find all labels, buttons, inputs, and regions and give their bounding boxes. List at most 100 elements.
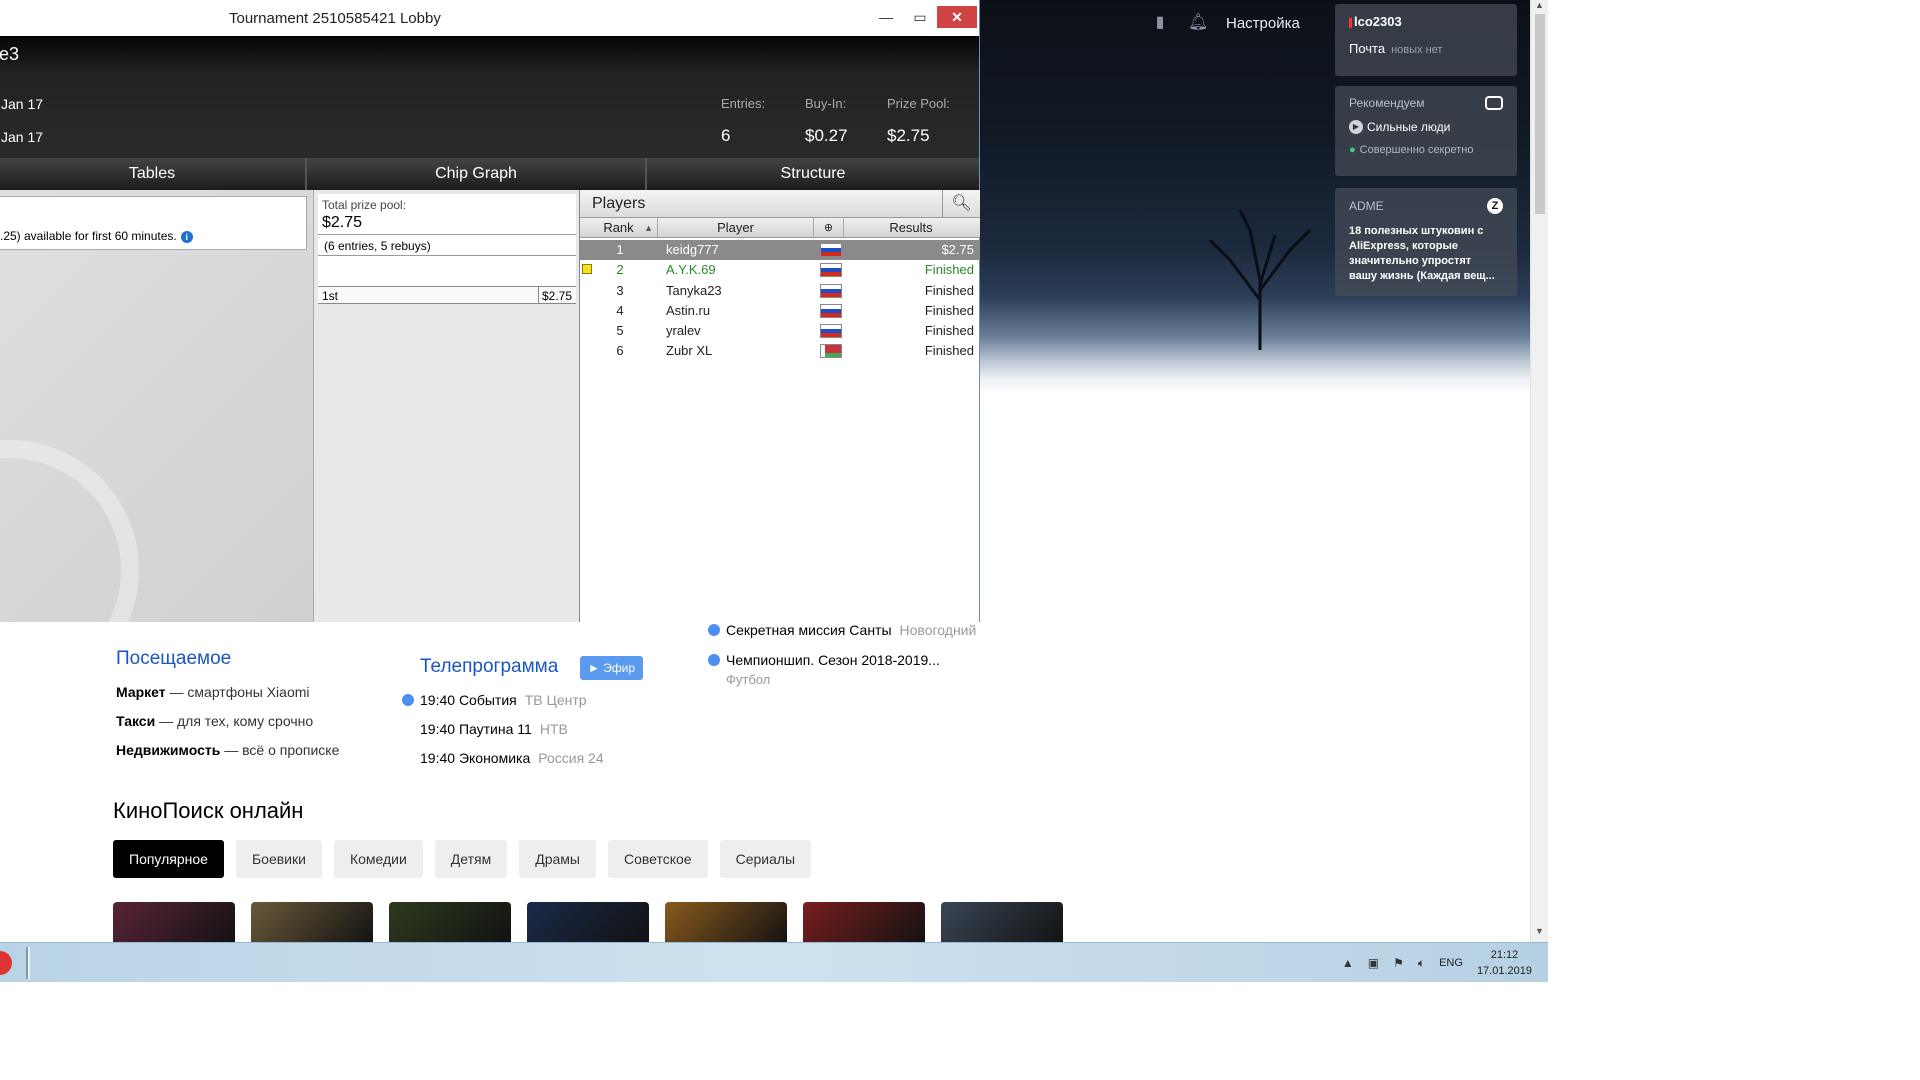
movie-poster[interactable]	[113, 902, 235, 942]
recommend-widget[interactable]: Рекомендуем ▶ Сильные люди ● Совершенно се…	[1335, 86, 1517, 176]
tournament-header: e3 Jan 17 Jan 17 Entries: Buy-In: Prize …	[0, 36, 979, 158]
clock[interactable]: 21:12 17.01.2019	[1477, 947, 1532, 979]
scroll-up-arrow-icon[interactable]: ▲	[1535, 0, 1544, 10]
column-rank[interactable]: Rank ▲	[580, 218, 658, 238]
player-result: Finished	[924, 323, 974, 339]
movie-poster[interactable]	[251, 902, 373, 942]
visited-item-desc: — для тех, кому срочно	[155, 713, 314, 729]
movie-poster[interactable]	[527, 902, 649, 942]
scroll-down-arrow-icon[interactable]: ▼	[1535, 926, 1544, 936]
user-login[interactable]: lco2303	[1349, 14, 1503, 29]
maximize-button[interactable]: ▭	[903, 6, 937, 28]
scrollbar-thumb[interactable]	[1535, 14, 1545, 214]
visited-item[interactable]: Маркет — смартфоны Xiaomi	[116, 684, 310, 700]
news-tag: Новогодний	[899, 622, 977, 638]
tv-show: События	[458, 692, 517, 708]
movie-poster[interactable]	[389, 902, 511, 942]
table-row[interactable]: 5 yralev Finished	[580, 321, 980, 341]
movie-poster[interactable]	[803, 902, 925, 942]
flag-icon[interactable]: ⚑	[1393, 956, 1404, 970]
visited-item-desc: — всё о прописке	[220, 742, 340, 758]
tv-item[interactable]: 19:40 Паутина 11 НТВ	[420, 721, 568, 737]
visited-item[interactable]: Недвижимость — всё о прописке	[116, 742, 339, 758]
tv-item[interactable]: 19:40 Экономика Россия 24	[420, 750, 604, 766]
player-result: Finished	[924, 302, 974, 318]
tray-expand-icon[interactable]: ▲	[1342, 956, 1354, 970]
column-results[interactable]: Results	[844, 218, 978, 238]
efir-button[interactable]: ► Эфир	[580, 656, 643, 680]
recommend-sub-title: Совершенно секретно	[1359, 144, 1474, 156]
recommend-sub[interactable]: ● Совершенно секретно	[1349, 144, 1503, 156]
taskbar-app-icon[interactable]	[0, 951, 12, 975]
language-indicator[interactable]: ENG	[1439, 957, 1463, 969]
bell-icon[interactable]: 🔔︎	[1188, 13, 1208, 33]
kp-tab-popular[interactable]: Популярное	[113, 840, 224, 878]
adme-article[interactable]: 18 полезных штуковин с AliExpress, котор…	[1349, 224, 1499, 284]
lobby-tabs: Tables Chip Graph Structure	[0, 158, 979, 190]
movie-poster[interactable]	[941, 902, 1063, 942]
prize-pool-box: Total prize pool: $2.75 (6 entries, 5 re…	[318, 194, 576, 286]
column-rank-label: Rank	[603, 220, 634, 235]
mail-label: Почта	[1349, 41, 1386, 56]
tab-structure[interactable]: Structure	[647, 158, 979, 190]
table-row[interactable]: 6 Zubr XL Finished	[580, 341, 980, 361]
player-name: Astin.ru	[666, 302, 711, 318]
kp-tab-action[interactable]: Боевики	[235, 840, 322, 878]
russia-flag-icon	[820, 283, 842, 298]
prize-pool-label: Prize Pool:	[887, 96, 950, 111]
tv-title[interactable]: Телепрограмма	[420, 656, 558, 678]
kinopoisk-title[interactable]: КиноПоиск онлайн	[113, 798, 303, 824]
tv-item[interactable]: 19:40 События ТВ Центр	[402, 692, 587, 708]
visited-title[interactable]: Посещаемое	[116, 648, 231, 670]
tournament-name: e3	[0, 44, 20, 64]
minimize-button[interactable]: —	[869, 6, 903, 28]
settings-link[interactable]: Настройка	[1226, 15, 1300, 32]
tab-tables[interactable]: Tables	[0, 158, 307, 190]
table-row[interactable]: 3 Tanyka23 Finished	[580, 281, 980, 301]
player-rank: 4	[616, 302, 624, 318]
rebuy-info-label: .25) available for first 60 minutes.	[0, 229, 177, 243]
kp-tab-soviet[interactable]: Советское	[607, 840, 708, 878]
visited-item-name: Недвижимость	[116, 742, 221, 758]
system-tray: ▲ ▣ ⚑ 🔈︎ ENG 21:12 17.01.2019	[1342, 943, 1532, 983]
news-item[interactable]: Чемпионшип. Сезон 2018-2019...	[708, 652, 940, 668]
clock-time: 21:12	[1490, 949, 1519, 961]
clock-date: 17.01.2019	[1476, 965, 1532, 977]
table-row[interactable]: 1 keidg777 $2.75	[580, 240, 980, 261]
payout-place: 1st	[322, 289, 339, 303]
visited-item[interactable]: Такси — для тех, кому срочно	[116, 713, 313, 729]
entries-value: 6	[721, 126, 731, 145]
prize-pool-value: $2.75	[887, 126, 930, 145]
news-title: Чемпионшип. Сезон 2018-2019...	[726, 652, 940, 668]
volume-icon[interactable]: 🔈︎	[1418, 956, 1425, 971]
tab-chip-graph[interactable]: Chip Graph	[307, 158, 647, 190]
kinopoisk-tabs: Популярное Боевики Комедии Детям Драмы С…	[113, 840, 812, 878]
player-result: Finished	[924, 282, 974, 298]
mail-row[interactable]: Почта новых нет	[1349, 41, 1503, 56]
search-icon[interactable]: 🔍︎	[942, 190, 980, 218]
buyin-value: $0.27	[805, 126, 848, 145]
recommend-show[interactable]: ▶ Сильные люди	[1349, 120, 1503, 134]
table-row[interactable]: 2 A.Y.K.69 Finished	[580, 260, 980, 280]
kp-tab-comedy[interactable]: Комедии	[333, 840, 423, 878]
column-player[interactable]: Player	[658, 218, 814, 238]
collections-icon[interactable]: ▮	[1150, 13, 1170, 33]
kp-tab-drama[interactable]: Драмы	[519, 840, 596, 878]
globe-icon[interactable]: ⊕	[814, 218, 844, 238]
buyin-label: Buy-In:	[805, 96, 847, 111]
news-item[interactable]: Секретная миссия Санты Новогодний	[708, 622, 976, 638]
adme-widget[interactable]: ADME Z 18 полезных штуковин с AliExpress,…	[1335, 188, 1517, 296]
now-playing-icon	[402, 694, 414, 706]
info-icon[interactable]: i	[180, 231, 193, 243]
network-icon[interactable]: ▣	[1368, 956, 1379, 970]
movie-poster[interactable]	[665, 902, 787, 942]
mail-widget[interactable]: lco2303 Почта новых нет	[1335, 4, 1517, 76]
payout-divider	[538, 287, 539, 303]
kp-tab-kids[interactable]: Детям	[434, 840, 508, 878]
browser-scrollbar[interactable]: ▲ ▼	[1530, 0, 1548, 942]
table-row[interactable]: 4 Astin.ru Finished	[580, 301, 980, 321]
window-titlebar[interactable]: Tournament 2510585421 Lobby — ▭ ✕	[0, 0, 979, 36]
close-button[interactable]: ✕	[937, 6, 977, 28]
kp-tab-series[interactable]: Сериалы	[719, 840, 812, 878]
live-dot-icon: ●	[1349, 144, 1356, 156]
